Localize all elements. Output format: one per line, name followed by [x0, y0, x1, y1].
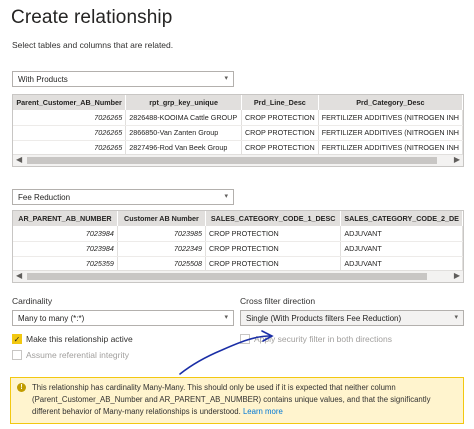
- table-cell: 7023984: [13, 241, 118, 257]
- table-cell: 2827496-Rod Van Beek Group: [125, 140, 242, 156]
- dialog-title: Create relationship: [11, 7, 173, 28]
- cardinality-label: Cardinality: [12, 296, 53, 306]
- chevron-down-icon: ▾: [224, 314, 228, 321]
- table1-col-header[interactable]: Prd_Line_Desc: [241, 95, 319, 110]
- table-cell: CROP PROTECTION: [205, 226, 342, 242]
- table-cell: CROP PROTECTION: [241, 110, 319, 126]
- scrollbar-thumb[interactable]: [27, 157, 437, 164]
- chevron-left-icon[interactable]: ◀: [16, 271, 22, 280]
- table-cell: CROP PROTECTION: [205, 241, 342, 257]
- table-cell: 7025359: [13, 256, 118, 272]
- table-cell: CROP PROTECTION: [241, 140, 319, 156]
- table-cell: 7023984: [13, 226, 118, 242]
- chevron-down-icon: ▾: [224, 75, 228, 82]
- assume-integrity-checkbox[interactable]: [12, 350, 22, 360]
- table-row: 7026265 2866850-Van Zanten Group CROP PR…: [13, 125, 463, 141]
- table2-col-header[interactable]: SALES_CATEGORY_CODE_1_DESC: [205, 211, 342, 226]
- table1-dropdown[interactable]: With Products ▾: [12, 71, 234, 87]
- table2-dropdown[interactable]: Fee Reduction ▾: [12, 189, 234, 205]
- chevron-left-icon[interactable]: ◀: [16, 155, 22, 164]
- table-cell: CROP PROTECTION: [241, 125, 319, 141]
- table-cell: ADJUVANT: [340, 241, 463, 257]
- table-row: 7026265 2827496-Rod Van Beek Group CROP …: [13, 140, 463, 156]
- table2-col-header[interactable]: AR_PARENT_AB_NUMBER: [13, 211, 118, 226]
- make-active-label[interactable]: Make this relationship active: [26, 334, 133, 344]
- table-cell: 7026265: [13, 110, 127, 126]
- horizontal-scrollbar[interactable]: ◀ ▶: [13, 270, 463, 282]
- cross-filter-dropdown[interactable]: Single (With Products filters Fee Reduct…: [240, 310, 464, 326]
- table-cell: 7023985: [117, 226, 206, 242]
- table-cell: ADJUVANT: [340, 256, 463, 272]
- table-row: 7026265 2826488-KOOIMA Cattle GROUP CROP…: [13, 110, 463, 126]
- chevron-down-icon: ▾: [224, 193, 228, 200]
- table-cell: FERTILIZER ADDITIVES (NITROGEN INH: [318, 125, 463, 141]
- table2-preview: AR_PARENT_AB_NUMBER Customer AB Number S…: [12, 210, 464, 283]
- table-row: 7023984 7023985 CROP PROTECTION ADJUVANT: [13, 226, 463, 242]
- cross-filter-value: Single (With Products filters Fee Reduct…: [246, 314, 402, 323]
- table-row: 7023984 7022349 CROP PROTECTION ADJUVANT: [13, 241, 463, 257]
- chevron-down-icon: ▾: [454, 314, 458, 321]
- table1-col-header[interactable]: rpt_grp_key_unique: [125, 95, 242, 110]
- table-cell: 7025508: [117, 256, 206, 272]
- table1-dropdown-value: With Products: [18, 75, 68, 84]
- table2-grid: AR_PARENT_AB_NUMBER Customer AB Number S…: [13, 211, 463, 272]
- table1-col-header[interactable]: Parent_Customer_AB_Number: [13, 95, 127, 110]
- cardinality-dropdown[interactable]: Many to many (*:*) ▾: [12, 310, 234, 326]
- cross-filter-label: Cross filter direction: [240, 296, 316, 306]
- table-cell: 7022349: [117, 241, 206, 257]
- chevron-right-icon[interactable]: ▶: [454, 271, 460, 280]
- table-cell: CROP PROTECTION: [205, 256, 342, 272]
- table2-col-header[interactable]: SALES_CATEGORY_CODE_2_DE: [340, 211, 463, 226]
- table-cell: 7026265: [13, 125, 127, 141]
- table-cell: 7026265: [13, 140, 127, 156]
- table2-dropdown-value: Fee Reduction: [18, 193, 71, 202]
- security-filter-label[interactable]: Apply security filter in both directions: [254, 334, 392, 344]
- assume-integrity-label[interactable]: Assume referential integrity: [26, 350, 129, 360]
- scrollbar-thumb[interactable]: [27, 273, 427, 280]
- learn-more-link[interactable]: Learn more: [243, 407, 283, 416]
- table1-col-header[interactable]: Prd_Category_Desc: [318, 95, 463, 110]
- table-cell: ADJUVANT: [340, 226, 463, 242]
- dialog-subtitle: Select tables and columns that are relat…: [12, 40, 174, 50]
- horizontal-scrollbar[interactable]: ◀ ▶: [13, 154, 463, 166]
- chevron-right-icon[interactable]: ▶: [454, 155, 460, 164]
- warning-icon: !: [17, 383, 26, 392]
- table-row: 7025359 7025508 CROP PROTECTION ADJUVANT: [13, 256, 463, 272]
- table2-col-header[interactable]: Customer AB Number: [117, 211, 206, 226]
- make-active-checkbox[interactable]: ✓: [12, 334, 22, 344]
- table-cell: 2826488-KOOIMA Cattle GROUP: [125, 110, 242, 126]
- security-filter-checkbox[interactable]: [240, 334, 250, 344]
- table-cell: FERTILIZER ADDITIVES (NITROGEN INH: [318, 110, 463, 126]
- table1-preview: Parent_Customer_AB_Number rpt_grp_key_un…: [12, 94, 464, 167]
- warning-message: This relationship has cardinality Many-M…: [32, 382, 458, 418]
- cardinality-value: Many to many (*:*): [18, 314, 85, 323]
- table-cell: FERTILIZER ADDITIVES (NITROGEN INH: [318, 140, 463, 156]
- table-cell: 2866850-Van Zanten Group: [125, 125, 242, 141]
- warning-banner: ! This relationship has cardinality Many…: [10, 377, 464, 424]
- warning-text: This relationship has cardinality Many-M…: [32, 383, 431, 416]
- table1-grid: Parent_Customer_AB_Number rpt_grp_key_un…: [13, 95, 463, 156]
